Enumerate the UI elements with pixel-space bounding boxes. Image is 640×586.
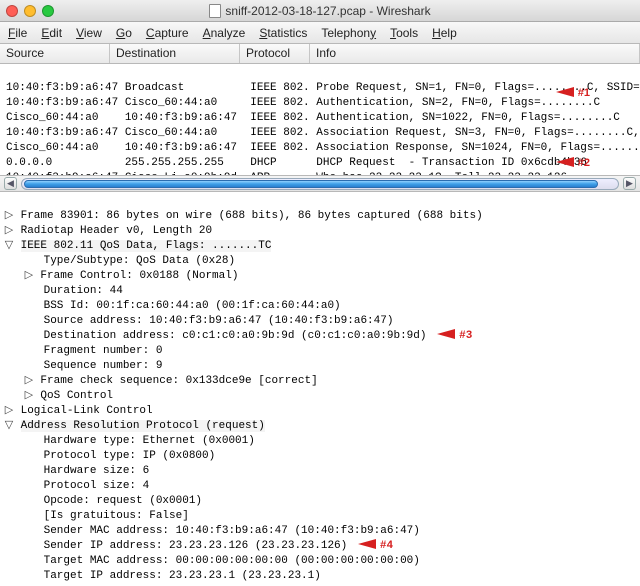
detail-line[interactable]: Address Resolution Protocol (request) bbox=[21, 420, 265, 432]
scroll-track[interactable] bbox=[21, 178, 619, 190]
menu-tools[interactable]: Tools bbox=[390, 26, 418, 40]
detail-line[interactable]: Sender IP address: 23.23.23.126 (23.23.2… bbox=[17, 540, 347, 552]
detail-line[interactable]: Sequence number: 9 bbox=[17, 360, 162, 372]
detail-line[interactable]: Target IP address: 23.23.23.1 (23.23.23.… bbox=[17, 570, 321, 582]
packet-row[interactable]: 10:40:f3:b9:a6:47 Cisco-Li_a0:9b:9d ARP … bbox=[6, 172, 567, 176]
window-titlebar: sniff-2012-03-18-127.pcap - Wireshark bbox=[0, 0, 640, 22]
detail-line[interactable]: IEEE 802.11 QoS Data, Flags: .......TC bbox=[21, 240, 272, 252]
expand-icon[interactable]: ▷ bbox=[24, 374, 34, 389]
detail-line[interactable]: Hardware type: Ethernet (0x0001) bbox=[17, 435, 255, 447]
col-info[interactable]: Info bbox=[310, 44, 640, 63]
menu-view[interactable]: View bbox=[76, 26, 102, 40]
minimize-icon[interactable] bbox=[24, 5, 36, 17]
menu-file[interactable]: File bbox=[8, 26, 27, 40]
detail-line[interactable]: Hardware size: 6 bbox=[17, 465, 149, 477]
menu-edit[interactable]: Edit bbox=[41, 26, 62, 40]
detail-line[interactable]: Frame Control: 0x0188 (Normal) bbox=[40, 270, 238, 282]
detail-line[interactable]: QoS Control bbox=[40, 390, 113, 402]
detail-line[interactable]: Logical-Link Control bbox=[21, 405, 153, 417]
close-icon[interactable] bbox=[6, 5, 18, 17]
packet-row[interactable]: 10:40:f3:b9:a6:47 Broadcast IEEE 802. Pr… bbox=[6, 82, 640, 94]
menu-telephony[interactable]: Telephony bbox=[321, 26, 376, 40]
annotation: #4 bbox=[380, 540, 393, 552]
zoom-icon[interactable] bbox=[42, 5, 54, 17]
window-title: sniff-2012-03-18-127.pcap - Wireshark bbox=[225, 4, 430, 18]
packet-details[interactable]: ▷ Frame 83901: 86 bytes on wire (688 bit… bbox=[0, 192, 640, 586]
expand-icon[interactable]: ▷ bbox=[24, 269, 34, 284]
menu-go[interactable]: Go bbox=[116, 26, 132, 40]
collapse-icon[interactable]: ▽ bbox=[4, 239, 14, 254]
collapse-icon[interactable]: ▽ bbox=[4, 419, 14, 434]
expand-icon[interactable]: ▷ bbox=[4, 209, 14, 224]
packet-list[interactable]: 10:40:f3:b9:a6:47 Broadcast IEEE 802. Pr… bbox=[0, 64, 640, 176]
detail-line[interactable]: Radiotap Header v0, Length 20 bbox=[21, 225, 212, 237]
scroll-thumb[interactable] bbox=[24, 180, 598, 188]
expand-icon[interactable]: ▷ bbox=[4, 224, 14, 239]
detail-line[interactable]: Destination address: c0:c1:c0:a0:9b:9d (… bbox=[17, 330, 426, 342]
packet-row[interactable]: 0.0.0.0 255.255.255.255 DHCP DHCP Reques… bbox=[6, 157, 587, 169]
annotation: #1 bbox=[556, 86, 590, 101]
annotation: #3 bbox=[459, 330, 472, 342]
detail-line[interactable]: Sender MAC address: 10:40:f3:b9:a6:47 (1… bbox=[17, 525, 420, 537]
arrow-icon bbox=[437, 329, 455, 339]
detail-line[interactable]: Target MAC address: 00:00:00:00:00:00 (0… bbox=[17, 555, 420, 567]
expand-icon[interactable]: ▷ bbox=[24, 389, 34, 404]
arrow-icon bbox=[358, 539, 376, 549]
scroll-right-icon[interactable]: ▶ bbox=[623, 177, 636, 190]
menu-capture[interactable]: Capture bbox=[146, 26, 189, 40]
expand-icon[interactable]: ▷ bbox=[4, 404, 14, 419]
scroll-left-icon[interactable]: ◀ bbox=[4, 177, 17, 190]
col-source[interactable]: Source bbox=[0, 44, 110, 63]
menu-analyze[interactable]: Analyze bbox=[203, 26, 246, 40]
column-headers: Source Destination Protocol Info bbox=[0, 44, 640, 64]
detail-line[interactable]: Protocol size: 4 bbox=[17, 480, 149, 492]
packet-row[interactable]: 10:40:f3:b9:a6:47 Cisco_60:44:a0 IEEE 80… bbox=[6, 127, 640, 139]
horizontal-scrollbar[interactable]: ◀ ▶ bbox=[0, 176, 640, 192]
packet-row[interactable]: Cisco_60:44:a0 10:40:f3:b9:a6:47 IEEE 80… bbox=[6, 112, 620, 124]
detail-line[interactable]: Frame check sequence: 0x133dce9e [correc… bbox=[40, 375, 317, 387]
packet-row[interactable]: Cisco_60:44:a0 10:40:f3:b9:a6:47 IEEE 80… bbox=[6, 142, 640, 154]
document-icon bbox=[209, 4, 221, 18]
detail-line[interactable]: [Is gratuitous: False] bbox=[17, 510, 189, 522]
detail-line[interactable]: Type/Subtype: QoS Data (0x28) bbox=[17, 255, 235, 267]
detail-line[interactable]: Protocol type: IP (0x0800) bbox=[17, 450, 215, 462]
detail-line[interactable]: Frame 83901: 86 bytes on wire (688 bits)… bbox=[21, 210, 483, 222]
annotation: #2 bbox=[556, 156, 590, 171]
col-protocol[interactable]: Protocol bbox=[240, 44, 310, 63]
detail-line[interactable]: Duration: 44 bbox=[17, 285, 123, 297]
detail-line[interactable]: Opcode: request (0x0001) bbox=[17, 495, 202, 507]
menu-help[interactable]: Help bbox=[432, 26, 457, 40]
detail-line[interactable]: Fragment number: 0 bbox=[17, 345, 162, 357]
packet-row[interactable]: 10:40:f3:b9:a6:47 Cisco_60:44:a0 IEEE 80… bbox=[6, 97, 600, 109]
col-destination[interactable]: Destination bbox=[110, 44, 240, 63]
detail-line[interactable]: BSS Id: 00:1f:ca:60:44:a0 (00:1f:ca:60:4… bbox=[17, 300, 340, 312]
detail-line[interactable]: Source address: 10:40:f3:b9:a6:47 (10:40… bbox=[17, 315, 393, 327]
menu-statistics[interactable]: Statistics bbox=[259, 26, 307, 40]
menubar: File Edit View Go Capture Analyze Statis… bbox=[0, 22, 640, 44]
